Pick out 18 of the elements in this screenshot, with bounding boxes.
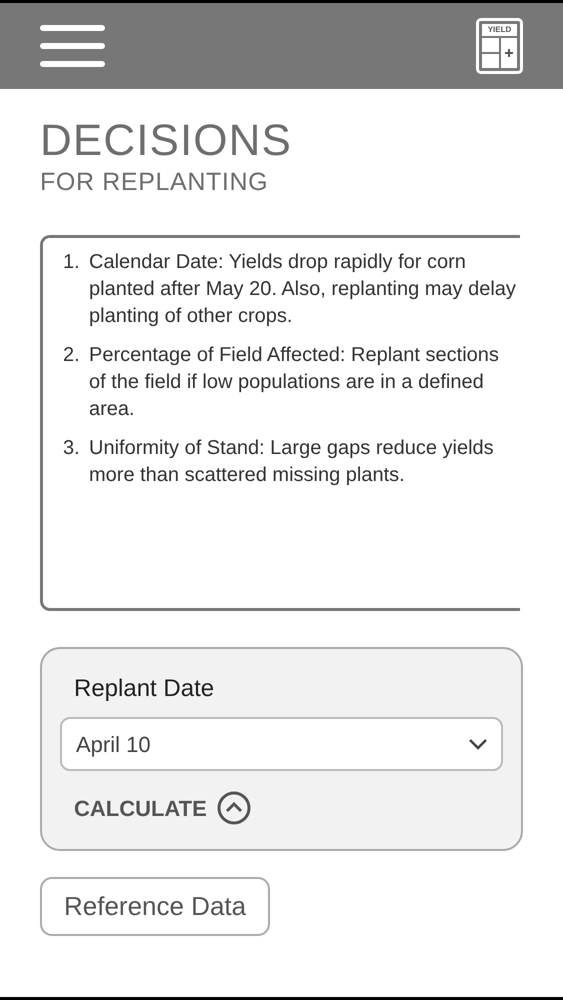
plus-icon	[504, 49, 513, 57]
chevron-down-icon	[469, 738, 487, 750]
page-subtitle: FOR REPLANTING	[40, 167, 270, 197]
chevron-up-circle-icon	[216, 791, 251, 825]
calculator-label: YIELD	[482, 24, 517, 36]
item-number: 1.	[63, 250, 81, 275]
page-title: DECISIONS	[40, 117, 293, 165]
item-number: 2.	[63, 343, 81, 368]
date-dropdown[interactable]: April 10	[60, 717, 503, 771]
menu-icon[interactable]	[40, 25, 105, 67]
field-label: Replant Date	[73, 674, 216, 704]
factor-text: Calendar Date: Yields drop rapidly for corn planted after May 20. Also, replanting may delay planting of other crops.	[89, 250, 517, 329]
factor-text: Percentage of Field Affected: Replant sections of the field if low populations are in a defined area.	[89, 343, 500, 422]
reference-data-button[interactable]: Reference Data	[40, 877, 270, 936]
calculator-icon[interactable]: YIELD	[476, 18, 523, 74]
factor-text: Uniformity of Stand: Large gaps reduce yields more than scattered missing plants.	[89, 436, 495, 488]
calculate-button[interactable]: CALCULATE	[60, 791, 265, 825]
item-number: 3.	[63, 436, 81, 461]
